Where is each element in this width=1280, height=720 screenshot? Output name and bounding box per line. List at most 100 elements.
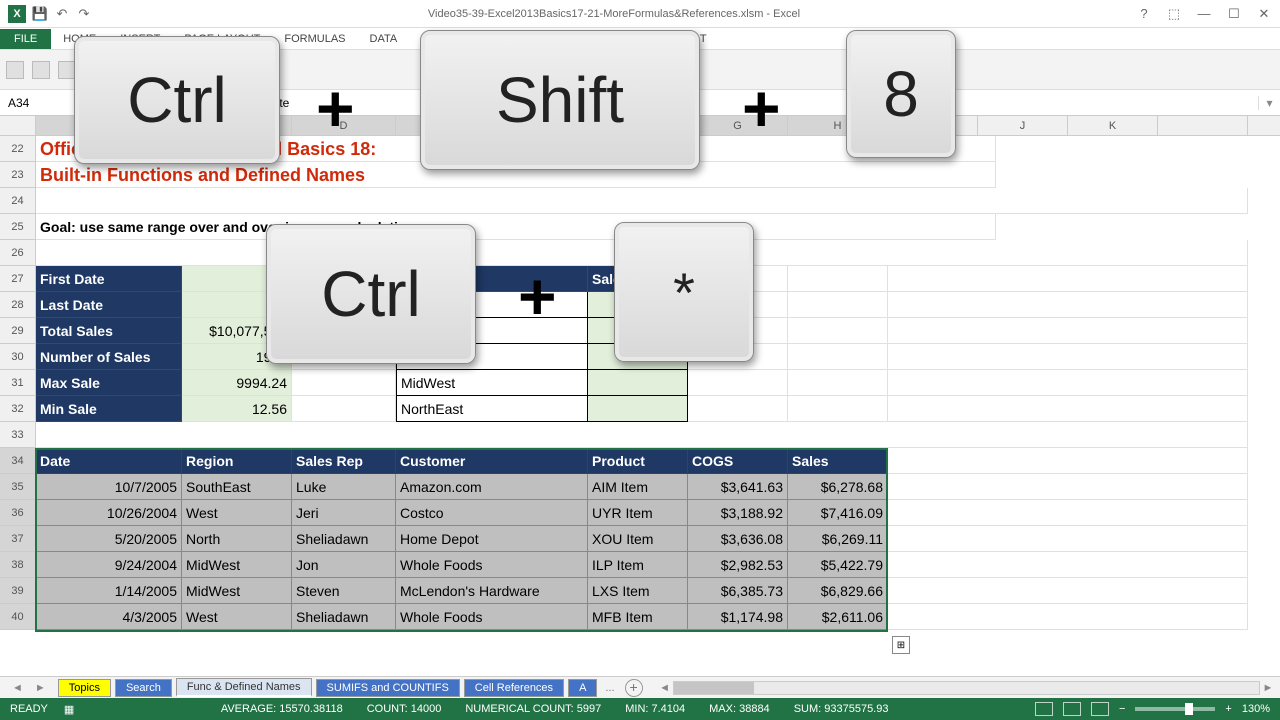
minimize-icon[interactable]: — bbox=[1196, 6, 1212, 22]
row-header[interactable]: 39 bbox=[0, 578, 36, 604]
summary-label[interactable]: First Date bbox=[36, 266, 182, 292]
cell[interactable] bbox=[888, 292, 1248, 318]
table-cell[interactable]: $6,278.68 bbox=[788, 474, 888, 500]
row-header[interactable]: 23 bbox=[0, 162, 36, 188]
row-header[interactable]: 28 bbox=[0, 292, 36, 318]
table-cell[interactable]: Jeri bbox=[292, 500, 396, 526]
view-normal-icon[interactable] bbox=[1035, 702, 1053, 716]
row-header[interactable]: 29 bbox=[0, 318, 36, 344]
region-cell[interactable]: MidWest bbox=[396, 370, 588, 396]
table-cell[interactable]: Jon bbox=[292, 552, 396, 578]
cell[interactable] bbox=[292, 396, 396, 422]
table-cell[interactable]: Sheliadawn bbox=[292, 526, 396, 552]
table-cell[interactable]: XOU Item bbox=[588, 526, 688, 552]
table-cell[interactable]: McLendon's Hardware bbox=[396, 578, 588, 604]
cell[interactable] bbox=[888, 266, 1248, 292]
hscroll-right-icon[interactable]: ► bbox=[1260, 682, 1276, 694]
row-header[interactable]: 30 bbox=[0, 344, 36, 370]
zoom-percent[interactable]: 130% bbox=[1242, 703, 1270, 715]
table-cell[interactable]: Whole Foods bbox=[396, 604, 588, 630]
summary-label[interactable]: Max Sale bbox=[36, 370, 182, 396]
table-cell[interactable]: $6,829.66 bbox=[788, 578, 888, 604]
table-cell[interactable]: Luke bbox=[292, 474, 396, 500]
sheet-tab-topics[interactable]: Topics bbox=[58, 679, 111, 697]
cell[interactable] bbox=[788, 318, 888, 344]
tbl-hdr-customer[interactable]: Customer bbox=[396, 448, 588, 474]
cell[interactable] bbox=[888, 552, 1248, 578]
table-cell[interactable]: MFB Item bbox=[588, 604, 688, 630]
file-tab[interactable]: FILE bbox=[0, 29, 51, 49]
cell[interactable] bbox=[788, 370, 888, 396]
row-header[interactable]: 38 bbox=[0, 552, 36, 578]
table-cell[interactable]: 1/14/2005 bbox=[36, 578, 182, 604]
sheet-tab-cell-references[interactable]: Cell References bbox=[464, 679, 564, 697]
zoom-slider[interactable] bbox=[1135, 707, 1215, 711]
zoom-slider-thumb[interactable] bbox=[1185, 703, 1193, 715]
summary-label[interactable]: Total Sales bbox=[36, 318, 182, 344]
empty-row-33[interactable] bbox=[36, 422, 1248, 448]
table-cell[interactable]: 4/3/2005 bbox=[36, 604, 182, 630]
table-cell[interactable]: ILP Item bbox=[588, 552, 688, 578]
cell[interactable] bbox=[888, 578, 1248, 604]
table-cell[interactable]: $6,385.73 bbox=[688, 578, 788, 604]
cell[interactable] bbox=[888, 396, 1248, 422]
table-cell[interactable]: Sheliadawn bbox=[292, 604, 396, 630]
table-cell[interactable]: North bbox=[182, 526, 292, 552]
hscroll-thumb[interactable] bbox=[674, 682, 754, 694]
cell[interactable] bbox=[888, 474, 1248, 500]
cells-grid[interactable]: 22 Office 2013 Class #36: Excel Basics 1… bbox=[0, 136, 1280, 630]
new-sheet-icon[interactable]: + bbox=[625, 679, 643, 697]
table-cell[interactable]: $2,982.53 bbox=[688, 552, 788, 578]
sheet-tab-search[interactable]: Search bbox=[115, 679, 172, 697]
horizontal-scrollbar[interactable]: ◄ ► bbox=[653, 681, 1280, 695]
table-cell[interactable]: 10/7/2005 bbox=[36, 474, 182, 500]
tbl-hdr-salesrep[interactable]: Sales Rep bbox=[292, 448, 396, 474]
row-header[interactable]: 40 bbox=[0, 604, 36, 630]
help-icon[interactable]: ? bbox=[1136, 6, 1152, 22]
tbl-hdr-cogs[interactable]: COGS bbox=[688, 448, 788, 474]
cell[interactable] bbox=[888, 318, 1248, 344]
table-cell[interactable]: UYR Item bbox=[588, 500, 688, 526]
col-header-K[interactable]: K bbox=[1068, 116, 1158, 135]
table-cell[interactable]: LXS Item bbox=[588, 578, 688, 604]
table-cell[interactable]: $3,641.63 bbox=[688, 474, 788, 500]
cell[interactable] bbox=[788, 396, 888, 422]
hscroll-left-icon[interactable]: ◄ bbox=[657, 682, 673, 694]
table-cell[interactable]: $5,422.79 bbox=[788, 552, 888, 578]
table-cell[interactable]: $1,174.98 bbox=[688, 604, 788, 630]
close-icon[interactable]: ✕ bbox=[1256, 6, 1272, 22]
table-cell[interactable]: West bbox=[182, 604, 292, 630]
table-cell[interactable]: $6,269.11 bbox=[788, 526, 888, 552]
row-header[interactable]: 36 bbox=[0, 500, 36, 526]
cell[interactable] bbox=[292, 370, 396, 396]
row-header[interactable]: 34 bbox=[0, 448, 36, 474]
zoom-out-icon[interactable]: − bbox=[1119, 703, 1125, 715]
cell[interactable] bbox=[888, 526, 1248, 552]
table-cell[interactable]: 5/20/2005 bbox=[36, 526, 182, 552]
row-header[interactable]: 22 bbox=[0, 136, 36, 162]
summary-label[interactable]: Number of Sales bbox=[36, 344, 182, 370]
table-cell[interactable]: Costco bbox=[396, 500, 588, 526]
tab-data[interactable]: DATA bbox=[358, 29, 410, 49]
table-cell[interactable]: Whole Foods bbox=[396, 552, 588, 578]
cell[interactable] bbox=[688, 396, 788, 422]
hscroll-track[interactable] bbox=[673, 681, 1260, 695]
cell[interactable] bbox=[888, 500, 1248, 526]
cell[interactable] bbox=[688, 370, 788, 396]
sale-cell[interactable] bbox=[588, 370, 688, 396]
goal-text[interactable]: Goal: use same range over and over in ma… bbox=[36, 214, 996, 240]
table-cell[interactable]: MidWest bbox=[182, 552, 292, 578]
sheet-tabs-more-icon[interactable]: ... bbox=[601, 682, 618, 694]
table-cell[interactable]: $3,188.92 bbox=[688, 500, 788, 526]
sheet-tab-truncated[interactable]: A bbox=[568, 679, 597, 697]
table-cell[interactable]: $3,636.08 bbox=[688, 526, 788, 552]
table-cell[interactable]: 10/26/2004 bbox=[36, 500, 182, 526]
sheet-tab-func-defined-names[interactable]: Func & Defined Names bbox=[176, 678, 312, 697]
decrease-decimal-icon[interactable] bbox=[6, 61, 24, 79]
summary-value[interactable]: 12.56 bbox=[182, 396, 292, 422]
ribbon-display-icon[interactable]: ⬚ bbox=[1166, 6, 1182, 22]
col-header-J[interactable]: J bbox=[978, 116, 1068, 135]
summary-value[interactable]: 9994.24 bbox=[182, 370, 292, 396]
row-header[interactable]: 35 bbox=[0, 474, 36, 500]
tbl-hdr-date[interactable]: Date bbox=[36, 448, 182, 474]
